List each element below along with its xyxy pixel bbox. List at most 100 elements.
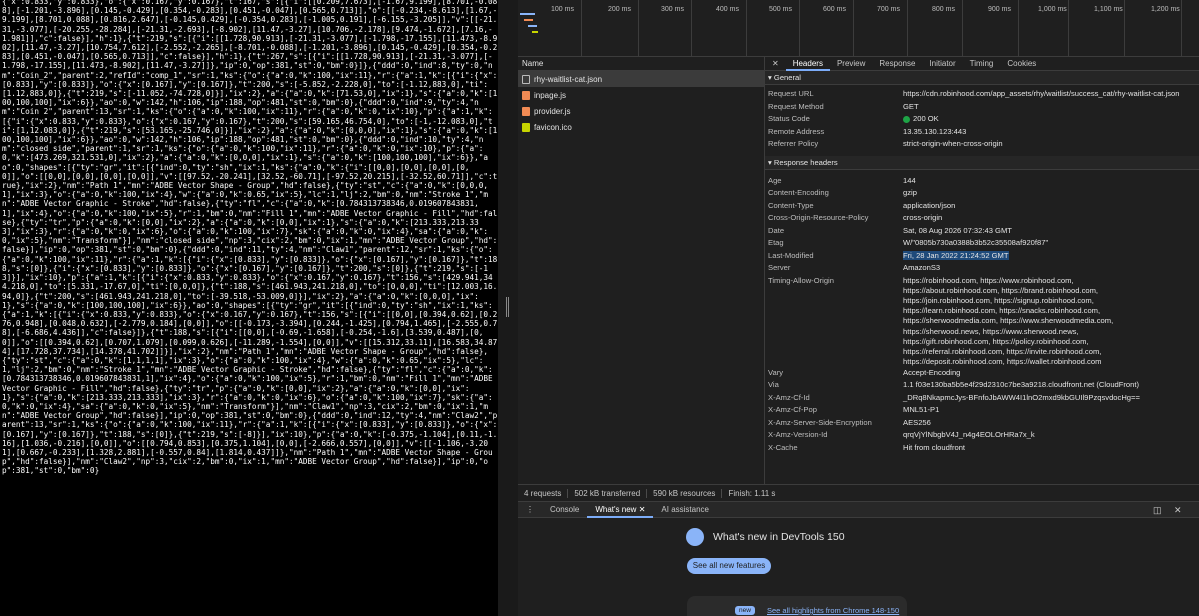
timeline-gridline [746,0,747,57]
transferred-size: 502 kB transferred [568,488,648,498]
devtools-panel: 100 ms 200 ms 300 ms 400 ms 500 ms 600 ms 700 … [518,0,1199,616]
header-value-line: https://join.robinhood.com, https://sign… [903,295,1094,305]
timeline-gridline [799,0,800,57]
header-value: Fri, 28 Jan 2022 21:24:52 GMT [903,250,1009,260]
tab-response[interactable]: Response [872,57,922,71]
tab-cookies[interactable]: Cookies [1000,57,1043,71]
tab-headers[interactable]: Headers [785,57,830,71]
header-value: AmazonS3 [903,263,941,272]
header-key: Date [768,225,785,235]
header-key: Via [768,380,779,389]
timeline-tick-label: 500 ms [769,6,792,13]
header-row: Etag W/"0805b730a0388b3b52c35508af920f87" [765,238,1199,251]
name-column-header[interactable]: Name [518,57,764,71]
header-row: Request Method GET [765,102,1199,115]
response-header-rows: Age 144 Content-Encoding gzip Content-Type ap… [765,170,1199,276]
response-header-rows-more: Vary Accept-Encoding Via 1.1 f03e130ba5b5e4… [765,368,1199,456]
status-dot-icon [903,116,910,123]
request-row[interactable]: favicon.ico [518,119,764,135]
close-tab-icon[interactable]: ✕ [639,505,646,514]
header-row: Request URL https://cdn.robinhood.com/app… [765,89,1199,102]
drawer-menu-icon[interactable]: ⋮ [518,502,542,518]
timeline-tick-label: 800 ms [932,6,955,13]
header-row: Remote Address 13.35.130.123:443 [765,127,1199,140]
script-file-icon [522,90,530,100]
response-headers-section-toggle[interactable]: ▾ Response headers [765,155,1199,170]
network-status-bar: 4 requests 502 kB transferred 590 kB res… [518,484,1199,501]
header-value: https://cdn.robinhood.com/app_assets/rhy… [903,89,1180,98]
header-row: Server AmazonS3 [765,263,1199,276]
timeline-tick-label: 1,100 ms [1094,6,1123,13]
tab-initiator[interactable]: Initiator [922,57,962,71]
new-badge: new [735,606,755,615]
header-value: AES256 [903,417,931,427]
header-key: X-Amz-Version-Id [768,430,828,439]
waterfall-bar [524,19,533,21]
close-detail-icon[interactable]: ✕ [765,57,786,71]
tab-ai-assistance[interactable]: AI assistance [653,502,717,518]
header-key: Referrer Policy [768,139,819,148]
network-overview-timeline[interactable]: 100 ms 200 ms 300 ms 400 ms 500 ms 600 ms 700 … [518,0,1199,57]
header-key: X-Amz-Server-Side-Encryption [768,417,872,427]
see-all-features-button[interactable]: See all new features [687,558,771,574]
resize-handle-icon[interactable] [506,297,509,317]
timeline-gridline [1018,0,1019,57]
header-value-line: https://gift.robinhood.com, https://poli… [903,336,1089,346]
header-row: Status Code 200 OK [765,114,1199,127]
whats-new-panel: What's new in DevTools 150 See all new f… [518,518,1199,616]
header-key: Timing-Allow-Origin [768,275,834,285]
timeline-tick-label: 900 ms [988,6,1011,13]
timeline-tick-label: 400 ms [716,6,739,13]
json-source-text: {"x":0.833,"y":0.833},"o":{"x":0.167,"y"… [2,0,498,476]
general-section-toggle[interactable]: ▾ General [765,71,1199,85]
tab-whats-new[interactable]: What's new ✕ [587,502,654,518]
image-file-icon [522,122,530,132]
header-value-line: https://robinhood.com, https://www.robin… [903,275,1074,285]
header-key: Remote Address [768,126,825,136]
devtools-logo-icon [686,528,704,546]
header-key: Request Method [768,101,824,111]
header-value: strict-origin-when-cross-origin [903,139,1003,148]
highlights-card: new See all highlights from Chrome 148-1… [687,596,907,616]
close-drawer-icon[interactable]: ✕ [1174,505,1182,516]
json-file-icon [522,74,530,84]
tab-timing[interactable]: Timing [963,57,1001,71]
header-value-line: https://about.robinhood.com, https://bra… [903,285,1099,295]
header-row: X-Cache Hit from cloudfront [765,443,1199,456]
request-row[interactable]: rhy-waitlist-cat.json [518,71,764,87]
timeline-gridline [853,0,854,57]
tab-preview[interactable]: Preview [830,57,872,71]
tab-console[interactable]: Console [542,502,587,518]
timeline-gridline [638,0,639,57]
dock-layout-icon[interactable]: ◫ [1153,505,1162,516]
resources-size: 590 kB resources [647,488,723,498]
request-row[interactable]: provider.js [518,103,764,119]
header-value-line: https://deposit.robinhood.com, https://w… [903,357,1102,367]
header-value: gzip [903,188,917,197]
script-file-icon [522,106,530,116]
header-value: Accept-Encoding [903,367,961,377]
header-row: X-Amz-Cf-Pop MNL51-P1 [765,405,1199,418]
request-row[interactable]: inpage.js [518,87,764,103]
screen: {"x":0.833,"y":0.833},"o":{"x":0.167,"y"… [0,0,1199,616]
headers-panel: ▾ General Request URL https://cdn.robinho… [765,71,1199,484]
header-row-timing-allow-origin: Timing-Allow-Origin https://robinhood.co… [765,276,1199,368]
header-key: Server [768,263,791,272]
header-value: Sat, 08 Aug 2026 07:32:43 GMT [903,225,1012,235]
header-value: GET [903,101,919,111]
highlights-link[interactable]: See all highlights from Chrome 148-150 [767,606,899,615]
timeline-gridline [1068,0,1069,57]
timeline-tick-label: 700 ms [877,6,900,13]
header-value: 1.1 f03e130ba5b5e4f29d2310c7be3a9218.clo… [903,380,1140,389]
header-key: Vary [768,367,784,377]
timeline-tick-label: 600 ms [823,6,846,13]
header-value: cross-origin [903,213,943,222]
timeline-tick-label: 1,200 ms [1151,6,1180,13]
header-value: application/json [903,200,956,210]
header-value-line: https://sherwood.news, https://www.sherw… [903,326,1079,336]
header-key: Last-Modified [768,250,814,260]
tab-whats-new-label: What's new [595,504,637,514]
request-name: provider.js [534,106,571,116]
header-value-line: https://learn.robinhood.com, https://sna… [903,306,1101,316]
header-value: qrqVjYlNbgbV4J_n4g4EOLOrHRa7x_k [903,430,1035,439]
